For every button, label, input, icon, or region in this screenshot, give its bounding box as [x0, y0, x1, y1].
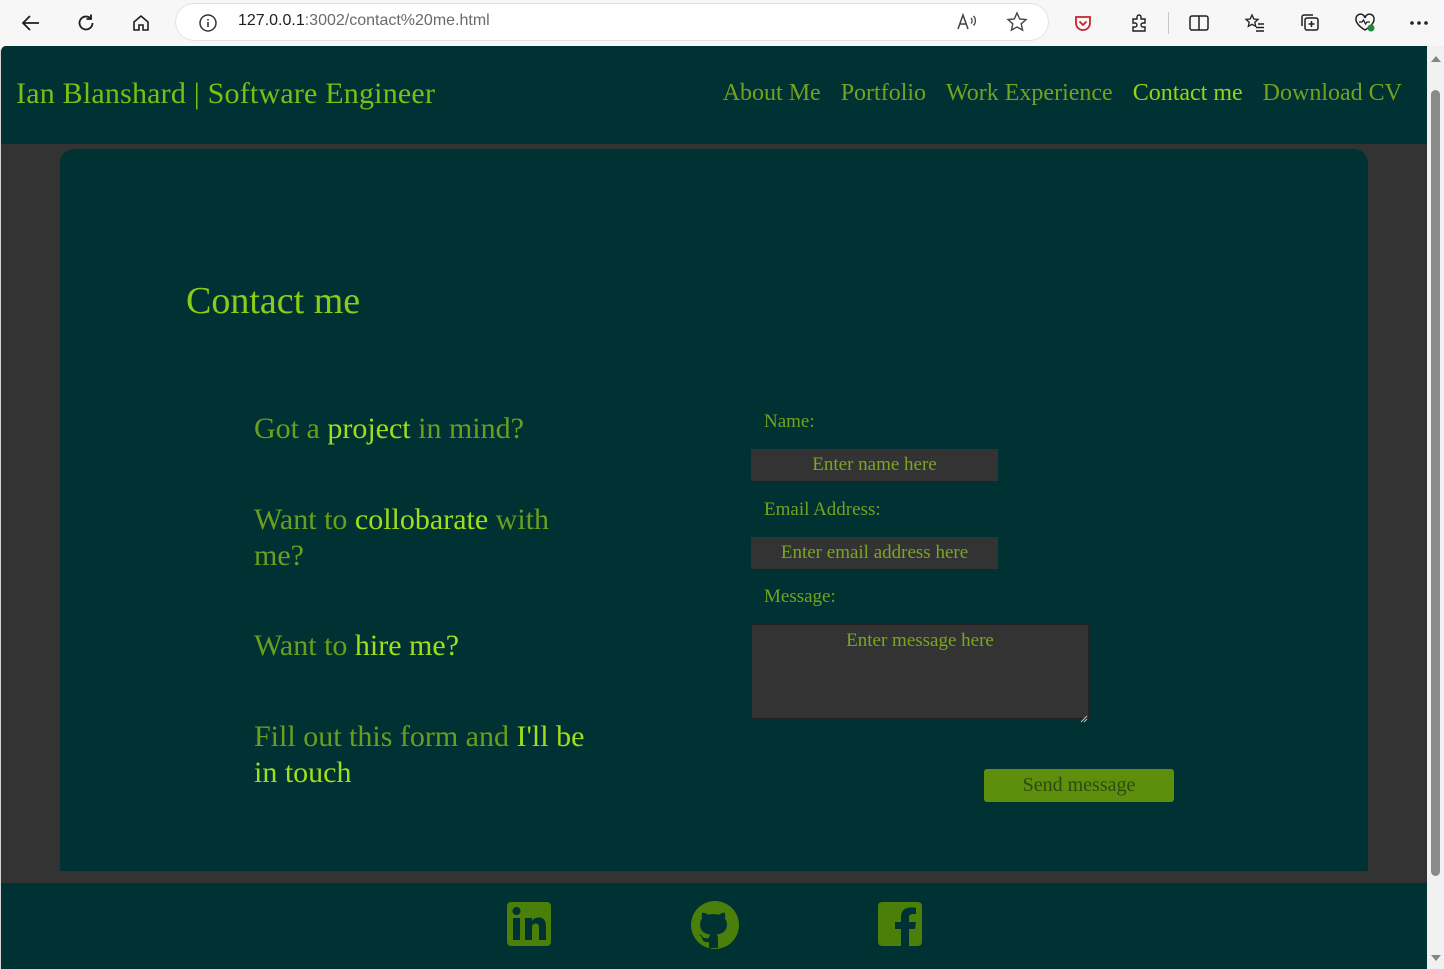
pitch-text: Fill out this form and: [254, 720, 517, 753]
linkedin-icon[interactable]: [505, 900, 553, 948]
browser-health-icon[interactable]: [1348, 6, 1382, 40]
url-host: 127.0.0.1: [238, 12, 305, 29]
pitch-emphasis: collobarate: [354, 503, 489, 536]
split-screen-icon[interactable]: [1182, 6, 1216, 40]
back-arrow-icon[interactable]: [14, 6, 48, 40]
email-label: Email Address:: [764, 499, 881, 520]
name-field[interactable]: [751, 449, 998, 481]
pitch-line-project: Got a project in mind?: [254, 411, 594, 447]
nav-download-cv[interactable]: Download CV: [1263, 80, 1402, 107]
main-nav: About Me Portfolio Work Experience Conta…: [723, 80, 1402, 107]
nav-work-experience[interactable]: Work Experience: [946, 80, 1113, 107]
github-icon[interactable]: [690, 900, 739, 949]
nav-contact-me[interactable]: Contact me: [1133, 80, 1243, 107]
address-bar[interactable]: 127.0.0.1:3002/contact%20me.html: [176, 4, 1048, 40]
toolbar-divider: [1168, 12, 1169, 34]
home-icon[interactable]: [124, 6, 158, 40]
message-label: Message:: [764, 586, 836, 607]
site-footer: [1, 883, 1427, 969]
more-menu-icon[interactable]: [1402, 6, 1436, 40]
pitch-line-form: Fill out this form and I'll be in touch: [254, 719, 594, 791]
read-aloud-icon[interactable]: [956, 12, 978, 37]
page-scrollbar[interactable]: [1427, 46, 1444, 969]
collections-icon[interactable]: [1293, 6, 1327, 40]
facebook-icon[interactable]: [876, 900, 924, 948]
url-path: :3002/contact%20me.html: [304, 12, 490, 29]
nav-about-me[interactable]: About Me: [723, 80, 821, 107]
resize-grip-icon[interactable]: [1080, 710, 1088, 723]
pitch-text: Got a: [254, 412, 328, 445]
scroll-up-icon[interactable]: [1431, 56, 1441, 62]
name-label: Name:: [764, 411, 815, 432]
pocket-icon[interactable]: [1066, 6, 1100, 40]
favorites-list-icon[interactable]: [1238, 6, 1272, 40]
pitch-line-collaborate: Want to collobarate with me?: [254, 502, 594, 574]
pitch-emphasis: hire me?: [354, 629, 460, 662]
extensions-icon[interactable]: [1122, 6, 1156, 40]
pitch-text: Want to: [254, 629, 355, 662]
scroll-down-icon[interactable]: [1431, 955, 1441, 961]
page-viewport: Ian Blanshard | Software Engineer About …: [0, 46, 1427, 969]
pitch-line-hire: Want to hire me?: [254, 628, 594, 664]
info-icon[interactable]: [198, 13, 218, 38]
pitch-text: in mind?: [410, 412, 524, 445]
pitch-emphasis: project: [327, 412, 411, 445]
page-title: Contact me: [186, 280, 361, 322]
pitch-text: Want to: [254, 503, 355, 536]
url-text: 127.0.0.1:3002/contact%20me.html: [238, 12, 490, 30]
contact-card: Contact me Got a project in mind? Want t…: [60, 149, 1368, 871]
send-message-button[interactable]: Send message: [984, 769, 1174, 802]
message-field[interactable]: [751, 624, 1089, 719]
favorite-star-icon[interactable]: [1006, 11, 1028, 38]
site-logo[interactable]: Ian Blanshard | Software Engineer: [16, 77, 435, 111]
email-field[interactable]: [751, 537, 998, 569]
refresh-icon[interactable]: [69, 6, 103, 40]
nav-portfolio[interactable]: Portfolio: [841, 80, 926, 107]
browser-toolbar: 127.0.0.1:3002/contact%20me.html: [0, 0, 1444, 46]
scrollbar-thumb[interactable]: [1431, 90, 1440, 876]
site-header: Ian Blanshard | Software Engineer About …: [1, 46, 1427, 144]
